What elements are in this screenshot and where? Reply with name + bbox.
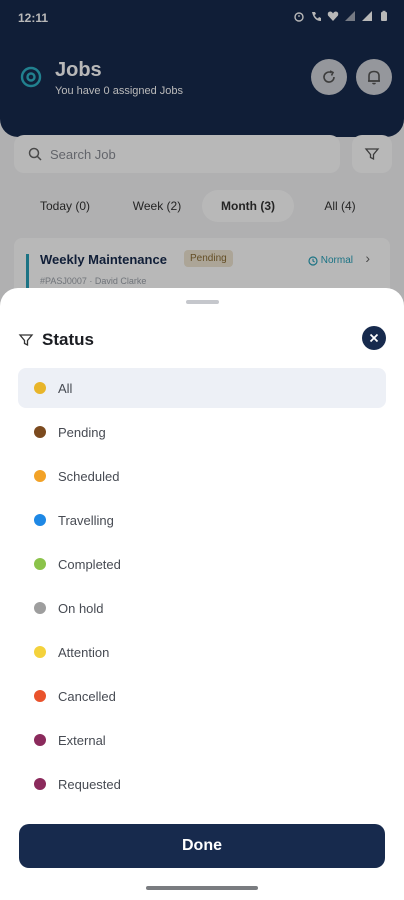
status-option[interactable]: Cancelled [18,676,386,716]
status-option[interactable]: Travelling [18,500,386,540]
status-option-label: Attention [58,644,110,660]
drag-handle[interactable] [186,300,219,304]
status-color-dot [34,514,46,526]
status-option-label: External [58,732,106,748]
status-option[interactable]: All [18,368,386,408]
status-color-dot [34,382,46,394]
status-option[interactable]: On hold [18,588,386,628]
status-option-label: Scheduled [58,468,120,484]
status-color-dot [34,646,46,658]
home-indicator [146,886,258,890]
status-option[interactable]: Scheduled [18,456,386,496]
close-button[interactable] [362,326,386,350]
sheet-title: Status [42,330,94,349]
status-color-dot [34,558,46,570]
status-option-label: Travelling [58,512,114,528]
status-option[interactable]: Attention [18,632,386,672]
status-color-dot [34,778,46,790]
status-option-label: Pending [58,424,106,440]
status-filter-sheet: Status All Pending Scheduled Travelling Comp… [0,288,404,900]
status-option-label: Completed [58,556,121,572]
status-option[interactable]: External [18,720,386,760]
status-color-dot [34,690,46,702]
status-option-label: All [58,380,73,396]
status-color-dot [34,602,46,614]
status-color-dot [34,734,46,746]
status-option-label: Requested [58,776,121,792]
sheet-header: Status [18,330,94,350]
status-option[interactable]: Pending [18,412,386,452]
status-option[interactable]: Requested [18,764,386,804]
done-button[interactable]: Done [19,824,385,868]
status-option-label: On hold [58,600,104,616]
status-color-dot [34,426,46,438]
status-color-dot [34,470,46,482]
status-option[interactable]: Completed [18,544,386,584]
filter-icon [18,334,34,347]
status-option-label: Cancelled [58,688,116,704]
close-icon [369,333,379,343]
